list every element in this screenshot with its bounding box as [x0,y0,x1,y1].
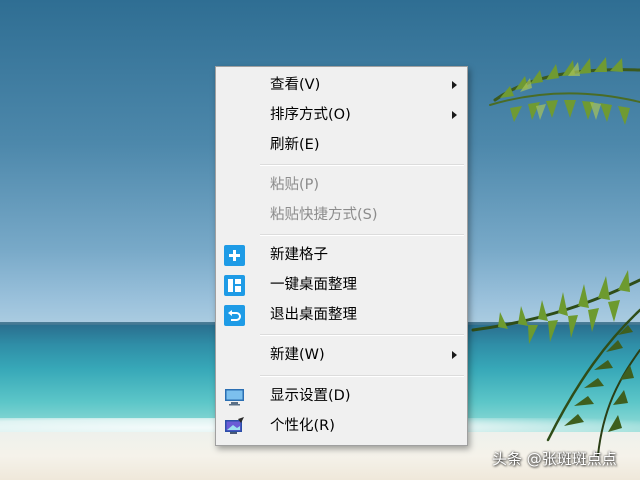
undo-icon [224,305,245,326]
desktop-context-menu: 查看(V) 排序方式(O) 刷新(E) 粘贴(P) 粘贴快捷方式(S) 新建格子… [215,66,468,446]
menu-item-paste: 粘贴(P) [216,170,467,200]
menu-item-new[interactable]: 新建(W) [216,340,467,370]
menu-item-exit-organize[interactable]: 退出桌面整理 [216,300,467,330]
menu-item-label: 新建(W) [270,347,325,363]
menu-item-label: 刷新(E) [270,137,320,153]
palm-fronds-bottom [471,270,640,456]
submenu-arrow-icon [452,111,457,119]
menu-item-label: 新建格子 [270,247,328,263]
menu-item-refresh[interactable]: 刷新(E) [216,130,467,160]
menu-item-view[interactable]: 查看(V) [216,70,467,100]
personalize-icon [225,417,244,434]
menu-item-new-grid[interactable]: 新建格子 [216,240,467,270]
menu-item-label: 查看(V) [270,77,321,93]
plus-icon [224,245,245,266]
menu-item-label: 个性化(R) [270,418,335,434]
submenu-arrow-icon [452,351,457,359]
menu-item-display-settings[interactable]: 显示设置(D) [216,381,467,411]
monitor-icon [225,389,244,406]
menu-item-label: 退出桌面整理 [270,307,357,323]
menu-separator [260,234,464,236]
watermark-text: 头条 @张斑斑点点 [492,450,617,468]
palm-fronds-top [489,57,640,125]
menu-item-sort-by[interactable]: 排序方式(O) [216,100,467,130]
menu-item-one-click-organize[interactable]: 一键桌面整理 [216,270,467,300]
menu-item-paste-shortcut: 粘贴快捷方式(S) [216,200,467,230]
menu-item-label: 一键桌面整理 [270,277,357,293]
menu-item-label: 显示设置(D) [270,388,351,404]
menu-item-label: 粘贴(P) [270,177,320,193]
menu-separator [260,334,464,336]
submenu-arrow-icon [452,81,457,89]
menu-separator [260,164,464,166]
grid-layout-icon [224,275,245,296]
menu-item-label: 粘贴快捷方式(S) [270,207,378,223]
menu-item-label: 排序方式(O) [270,107,351,123]
menu-separator [260,375,464,377]
menu-item-personalize[interactable]: 个性化(R) [216,411,467,441]
